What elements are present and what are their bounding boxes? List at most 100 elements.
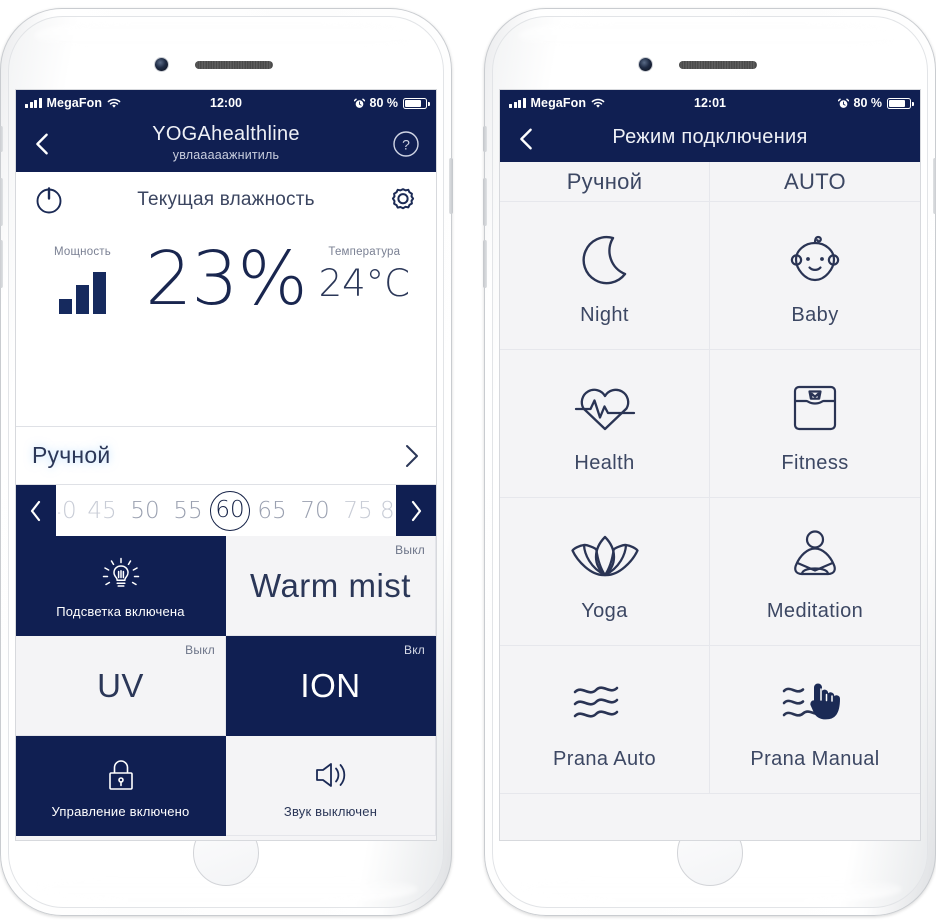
padlock-icon: [101, 753, 141, 797]
tile-uv-state: Выкл: [185, 643, 215, 657]
humidity-title: Текущая влажность: [137, 189, 315, 210]
readings-panel: Мощность 23% Температура 24°C: [16, 228, 436, 426]
carrier-name: MegaFon: [530, 96, 587, 110]
scale-tick[interactable]: 55: [167, 498, 209, 524]
tile-backlight[interactable]: Подсветка включена: [16, 536, 226, 636]
wifi-icon: [107, 98, 121, 108]
volume-down-button[interactable]: [483, 240, 487, 288]
heart-pulse-icon: [570, 372, 640, 444]
back-chevron-icon[interactable]: [516, 127, 536, 151]
bezel-gloss-top: [518, 21, 902, 51]
mode-label-night: Night: [580, 304, 629, 326]
mode-cell-yoga[interactable]: Yoga: [500, 498, 710, 646]
mode-cell-manual[interactable]: Ручной: [500, 162, 710, 202]
tile-ion-label: ION: [300, 666, 361, 704]
scale-tick-selected[interactable]: 60: [210, 490, 250, 531]
signal-bars-icon: [509, 98, 526, 108]
mode-label-baby: Baby: [791, 304, 839, 326]
feature-tiles: Подсветка включена Выкл Warm mist Выкл U…: [16, 536, 436, 836]
alarm-clock-icon: [837, 98, 849, 108]
tile-backlight-caption: Подсветка включена: [56, 603, 185, 619]
wifi-icon: [591, 98, 605, 108]
scale-tick[interactable]: 70: [294, 498, 336, 524]
power-button[interactable]: [449, 158, 453, 214]
mode-label-health: Health: [574, 452, 635, 474]
volume-up-button[interactable]: [0, 178, 3, 226]
alarm-clock-icon: [353, 98, 365, 108]
mode-cell-prana-auto[interactable]: Prana Auto: [500, 646, 710, 794]
temperature-reading: Температура 24°C: [319, 246, 410, 305]
phone-device-left: MegaFon 12:00 80 % YOGAhealthline увлааа…: [0, 8, 453, 916]
scale-tick[interactable]: 50: [124, 498, 166, 524]
signal-bars-icon: [25, 98, 42, 108]
volume-up-button[interactable]: [483, 178, 487, 226]
mode-cell-prana-manual[interactable]: Prana Manual: [710, 646, 920, 794]
battery-percentage: 80 %: [369, 96, 399, 110]
carrier-name: MegaFon: [46, 96, 103, 110]
meditating-person-icon: [784, 520, 846, 592]
help-question-icon[interactable]: ?: [392, 130, 420, 158]
status-bar-left: MegaFon: [509, 96, 605, 110]
nav-bar: YOGAhealthline увлааааажнитиль ?: [16, 116, 436, 172]
mode-selector-label: Ручной: [32, 442, 111, 468]
mute-switch[interactable]: [483, 126, 487, 152]
lightbulb-rays-icon: [94, 553, 148, 597]
status-bar-right: 80 %: [837, 96, 914, 110]
humidity-header: Текущая влажность: [16, 172, 436, 228]
mode-cell-health[interactable]: Health: [500, 350, 710, 498]
mode-selector-row[interactable]: Ручной: [16, 426, 436, 484]
tile-ion-state: Вкл: [404, 643, 425, 657]
mode-row-top: Ручной AUTO: [500, 162, 920, 202]
scale-prev-button[interactable]: [16, 485, 56, 536]
tile-warm-mist[interactable]: Выкл Warm mist: [226, 536, 436, 636]
tile-child-lock[interactable]: Управление включено: [16, 736, 226, 836]
mode-cell-baby[interactable]: Baby: [710, 202, 920, 350]
bezel-gloss-top: [34, 21, 418, 51]
mode-label-prana-manual: Prana Manual: [750, 748, 880, 770]
battery-percentage: 80 %: [853, 96, 883, 110]
waves-icon: [569, 668, 641, 740]
scale-tick[interactable]: 40: [58, 498, 80, 524]
mute-switch[interactable]: [0, 126, 3, 152]
scale-track[interactable]: 40 45 50 55 60 65 70 75 80: [56, 485, 396, 536]
volume-down-button[interactable]: [0, 240, 3, 288]
chevron-left-icon: [30, 500, 41, 521]
mode-cell-night[interactable]: Night: [500, 202, 710, 350]
scale-tick[interactable]: 80: [380, 498, 394, 524]
mode-grid: Night Baby Health Fitness Yoga Meditatio…: [500, 202, 920, 794]
power-icon[interactable]: [32, 183, 66, 217]
baby-face-icon: [784, 224, 846, 296]
temperature-label: Температура: [328, 246, 401, 258]
status-bar: MegaFon 12:00 80 %: [16, 90, 436, 116]
speaker-volume-icon: [307, 753, 355, 797]
battery-icon: [887, 97, 914, 109]
mode-label-prana-auto: Prana Auto: [553, 748, 656, 770]
mode-cell-auto[interactable]: AUTO: [710, 162, 920, 202]
chevron-right-icon: [411, 500, 422, 521]
scale-tick[interactable]: 75: [337, 498, 379, 524]
mode-label-yoga: Yoga: [581, 600, 628, 622]
mode-cell-fitness[interactable]: Fitness: [710, 350, 920, 498]
scale-tick[interactable]: 65: [251, 498, 293, 524]
tile-ion[interactable]: Вкл ION: [226, 636, 436, 736]
mode-label-auto: AUTO: [784, 168, 846, 194]
mode-label-meditation: Meditation: [766, 600, 864, 622]
app-screen-modes: MegaFon 12:01 80 % Режим подключения Руч…: [500, 90, 920, 840]
tile-warm-mist-label: Warm mist: [250, 566, 411, 604]
page-title: YOGAhealthline: [152, 123, 300, 145]
lotus-flower-icon: [570, 520, 640, 592]
chevron-right-icon: [406, 444, 418, 467]
scale-next-button[interactable]: [396, 485, 436, 536]
tile-sound[interactable]: Звук выключен: [226, 736, 436, 836]
status-bar: MegaFon 12:01 80 %: [500, 90, 920, 116]
tile-uv[interactable]: Выкл UV: [16, 636, 226, 736]
screenshot-stage: MegaFon 12:00 80 % YOGAhealthline увлааа…: [0, 0, 936, 923]
tile-uv-label: UV: [97, 666, 144, 704]
tile-child-lock-caption: Управление включено: [51, 803, 190, 819]
tile-warm-mist-state: Выкл: [395, 543, 425, 557]
mode-cell-meditation[interactable]: Meditation: [710, 498, 920, 646]
gear-icon[interactable]: [386, 183, 420, 217]
page-subtitle: увлааааажнитиль: [172, 148, 280, 162]
scale-tick[interactable]: 45: [81, 498, 123, 524]
back-chevron-icon[interactable]: [32, 132, 52, 156]
